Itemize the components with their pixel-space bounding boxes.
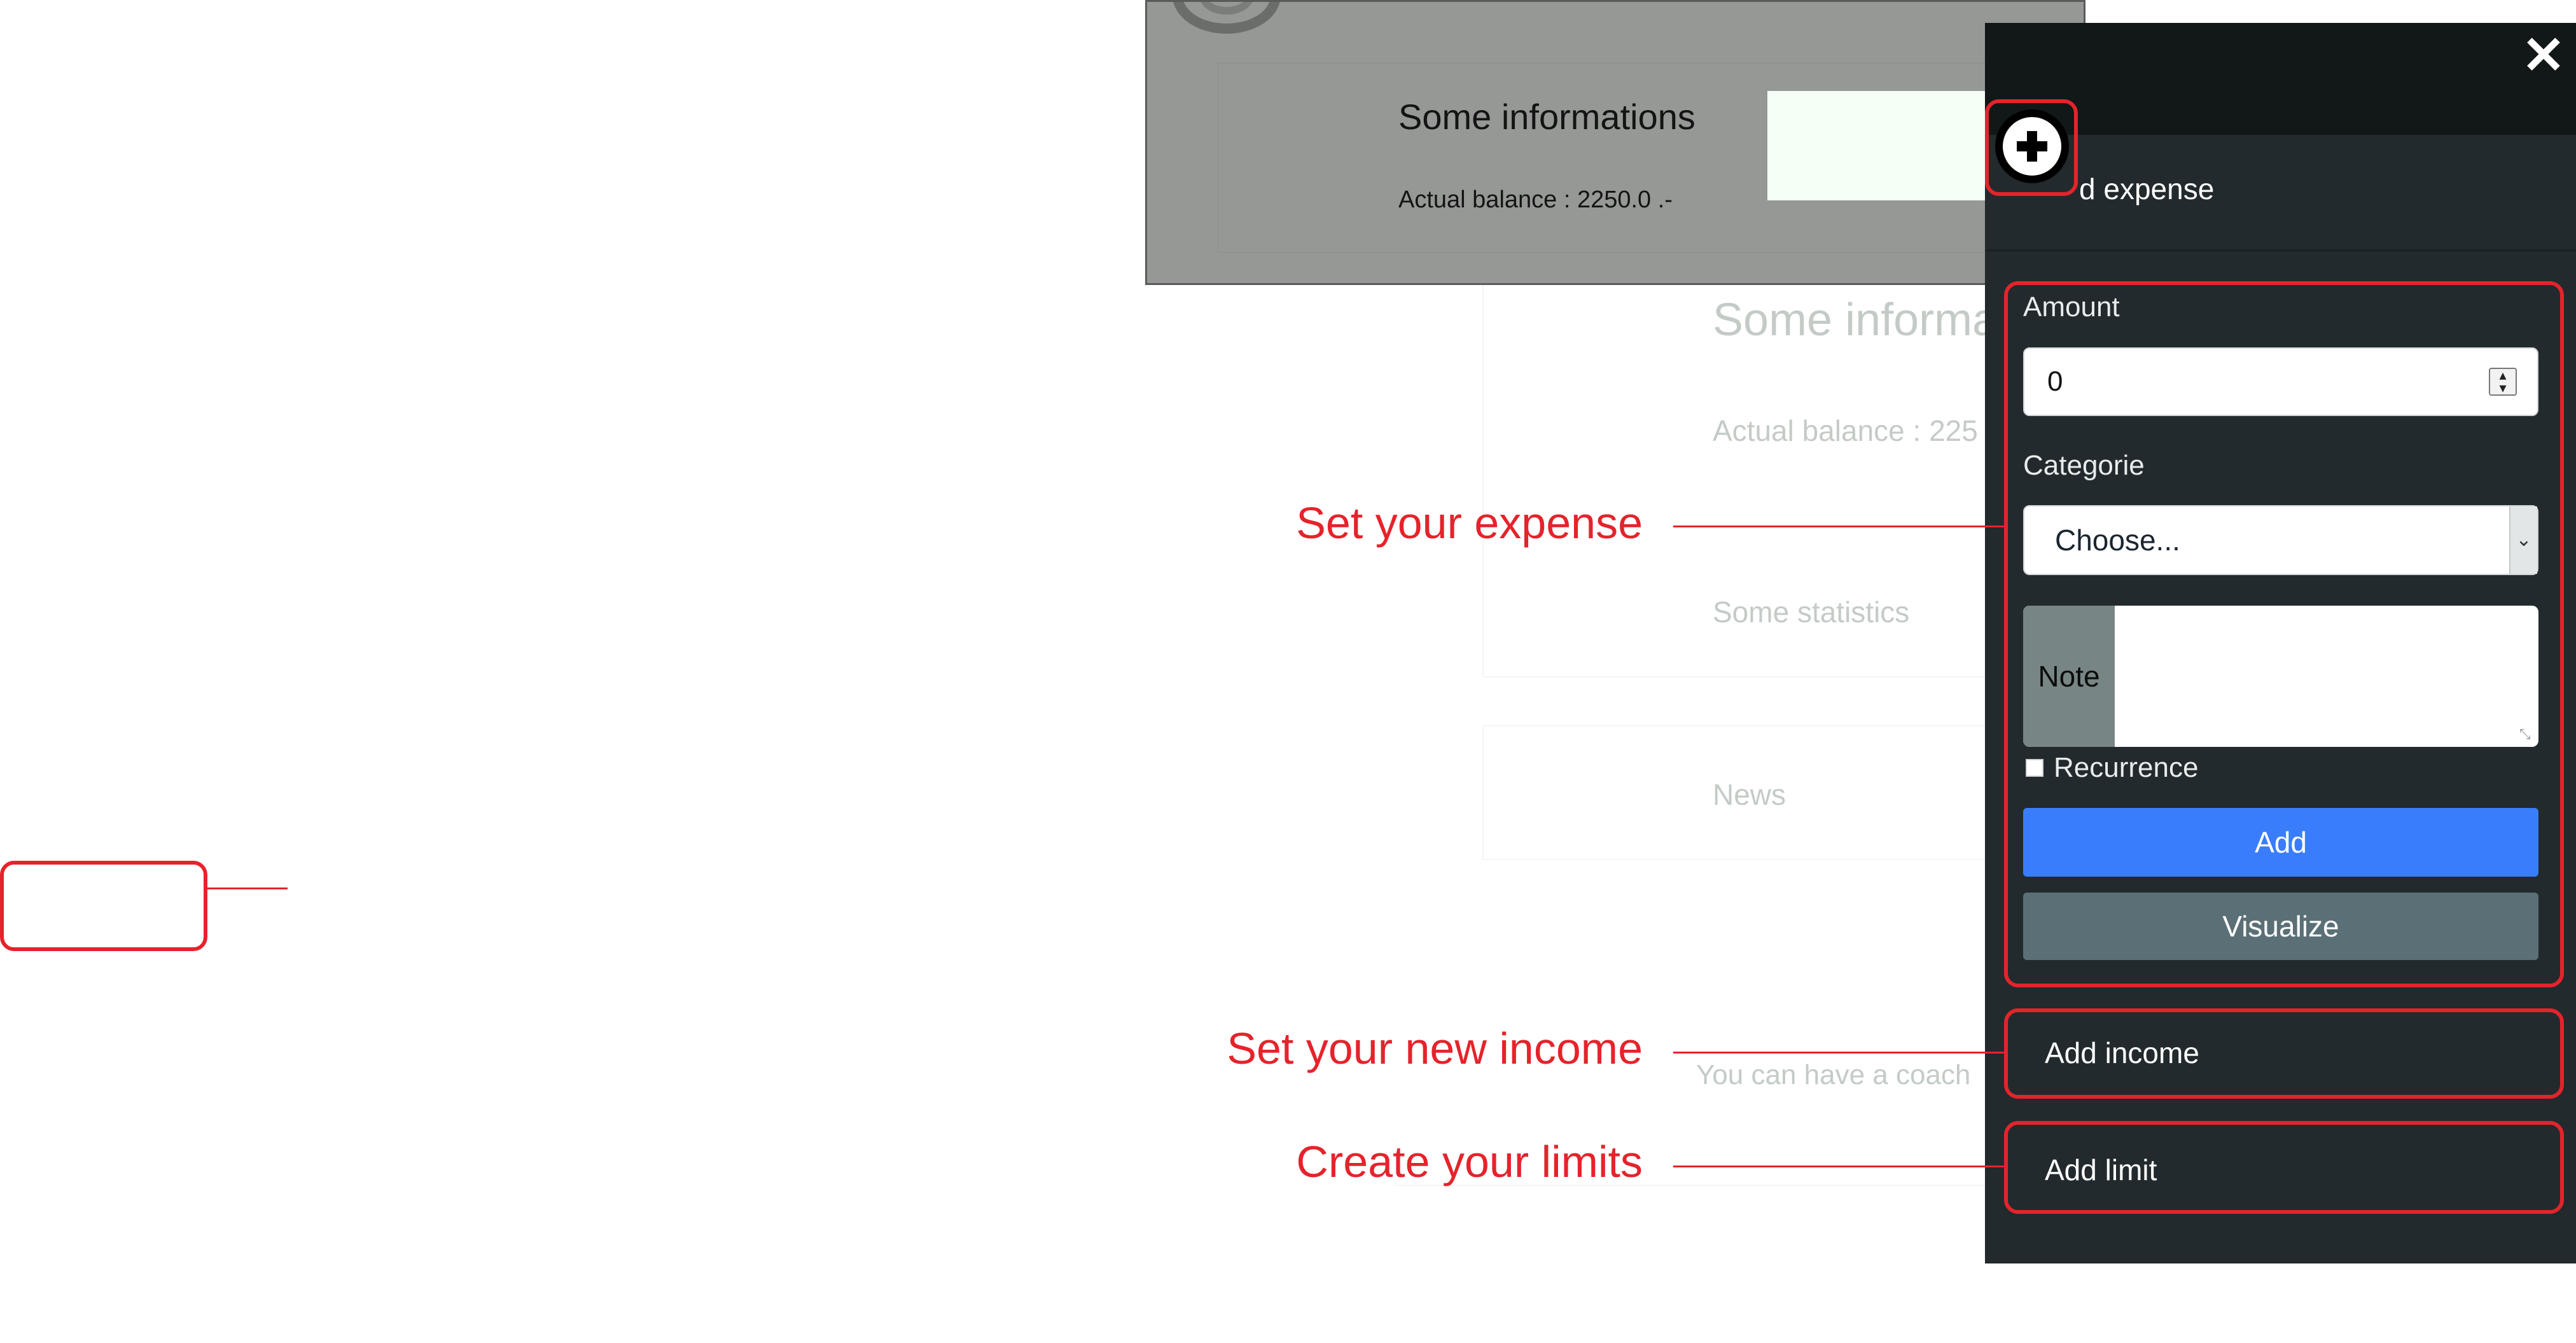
set-income-annotation: Set your new income (1227, 1024, 1643, 1073)
add-expense-title[interactable]: d expense (2079, 172, 2214, 206)
panel-divider (1985, 249, 2576, 251)
add-limit-highlight (2004, 1121, 2564, 1214)
news-title: News (1713, 778, 1786, 811)
expense-form-highlight (2004, 281, 2564, 987)
inset-info-title: Some informations (1398, 97, 1695, 137)
set-expense-connector (1673, 525, 2004, 527)
info-card-balance: Actual balance : 225 (1713, 414, 1978, 447)
coach-text: You can have a coach (1696, 1059, 1971, 1090)
add-income-highlight (2004, 1008, 2564, 1099)
info-card-title: Some informa (1713, 295, 1998, 345)
set-income-connector (1673, 1052, 2004, 1054)
inset-zoom-screenshot: Some informations Actual balance : 2250.… (1145, 0, 2085, 285)
inset-balance: Actual balance : 2250.0 .- (1398, 186, 1673, 213)
close-icon[interactable]: ✕ (2518, 30, 2569, 82)
statistics-title: Some statistics (1713, 595, 1910, 629)
create-limits-annotation: Create your limits (1296, 1137, 1643, 1186)
empty-callout-connector (207, 887, 288, 889)
create-limits-connector (1673, 1166, 2004, 1167)
set-expense-annotation: Set your expense (1296, 498, 1643, 548)
empty-callout-box (0, 861, 207, 951)
plus-circle-icon[interactable] (1995, 109, 2069, 183)
